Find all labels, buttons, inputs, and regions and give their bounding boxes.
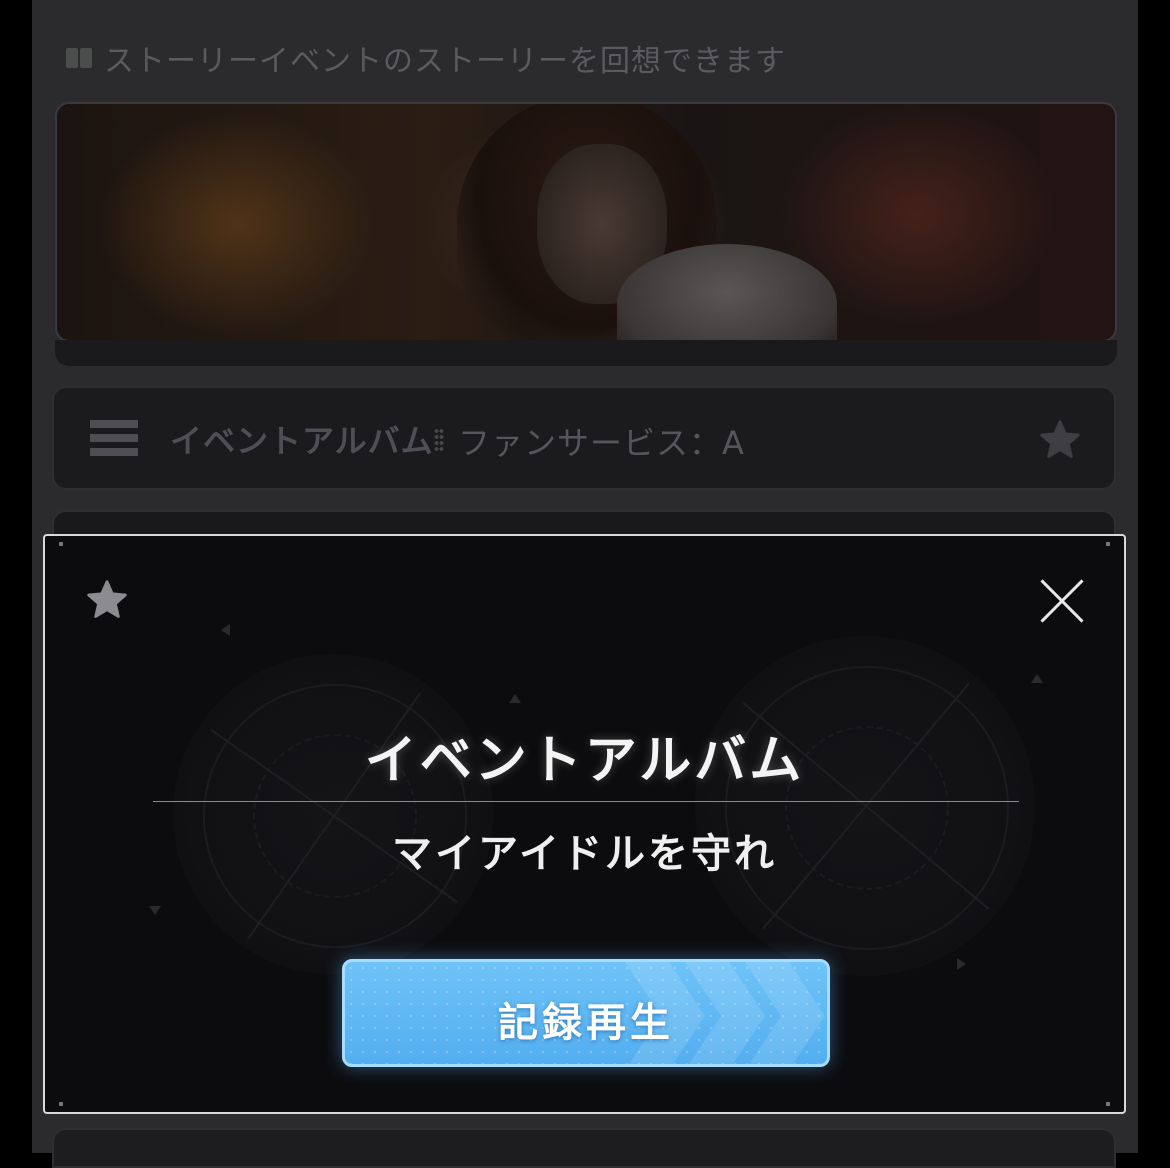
event-album-modal: イベントアルバム マイアイドルを守れ 記録再生 [43,534,1126,1114]
play-record-button[interactable]: 記録再生 [342,959,830,1067]
event-banner-image[interactable] [55,102,1117,342]
album-row-subtitle: ファンサービス：A [458,424,745,462]
close-icon[interactable] [1035,574,1089,628]
album-row-label: イベントアルバム [170,422,434,460]
story-header: ストーリーイベントのストーリーを回想できます [66,36,786,80]
event-album-row[interactable]: イベントアルバム ファンサービス：A [52,386,1116,490]
separator-dots [434,428,444,452]
story-card-bottom [52,1128,1116,1168]
title-divider [153,801,1019,802]
banner-footer [55,340,1117,366]
star-icon[interactable] [85,578,129,622]
modal-subtitle: マイアイドルを守れ [392,831,777,877]
story-description: ストーリーイベントのストーリーを回想できます [104,44,786,79]
star-icon[interactable] [1038,418,1082,462]
play-button-label: 記録再生 [498,1000,674,1046]
book-icon [66,46,94,70]
list-icon [90,420,138,456]
modal-title: イベントアルバム [364,731,805,791]
